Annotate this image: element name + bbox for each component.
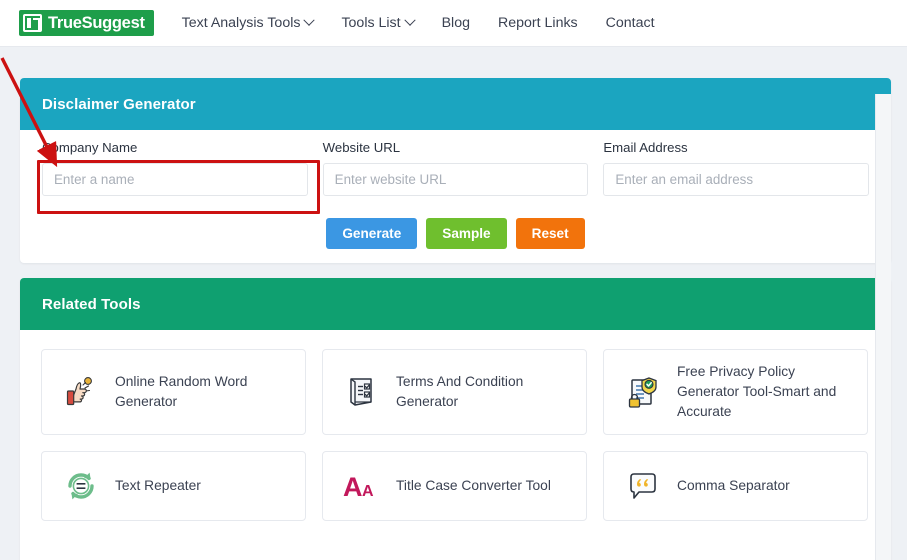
nav-item-label: Contact — [605, 15, 655, 31]
ts-monogram-icon — [23, 14, 42, 32]
svg-text:A: A — [343, 472, 363, 502]
page-root: TrueSuggest Text Analysis Tools Tools Li… — [0, 0, 907, 560]
page-scrollbar[interactable] — [875, 94, 891, 560]
annotation-highlight-box — [37, 160, 320, 214]
logo-text: TrueSuggest — [48, 13, 145, 32]
nav-item-contact[interactable]: Contact — [606, 15, 655, 31]
label-email-address: Email Address — [603, 140, 688, 155]
tool-card-title-case-converter-tool[interactable]: A A Title Case Converter Tool — [322, 451, 587, 521]
nav-item-label: Tools List — [341, 15, 401, 31]
tool-title: Title Case Converter Tool — [396, 478, 551, 493]
nav-item-text-analysis-tools[interactable]: Text Analysis Tools — [181, 14, 316, 31]
nav-links: Text Analysis Tools Tools List Blog Repo… — [181, 14, 655, 31]
field-email-address: Email Address — [603, 140, 870, 196]
tool-title: Online Random Word Generator — [115, 374, 248, 409]
related-tools-grid: Online Random Word Generator Terms And C… — [20, 330, 891, 540]
tool-title: Text Repeater — [115, 478, 201, 493]
speech-bubble-commas-icon — [623, 466, 663, 506]
nav-item-label: Blog — [441, 15, 470, 31]
disclaimer-action-buttons: Generate Sample Reset — [20, 218, 891, 249]
document-checklist-icon — [342, 372, 382, 412]
tool-card-text-repeater[interactable]: Text Repeater — [41, 451, 306, 521]
website-url-input[interactable] — [322, 163, 589, 196]
nav-item-tools-list[interactable]: Tools List — [341, 14, 416, 31]
tool-title: Comma Separator — [677, 478, 790, 493]
label-company-name: Company Name — [42, 140, 138, 155]
sample-button[interactable]: Sample — [426, 218, 507, 249]
tool-title: Terms And Condition Generator — [396, 374, 524, 409]
related-tools-panel: Related Tools Online Random Word Generat… — [20, 278, 891, 560]
reset-button[interactable]: Reset — [515, 218, 585, 249]
hand-flipping-coin-icon — [61, 372, 101, 412]
field-website-url: Website URL — [322, 140, 589, 196]
panel-title-disclaimer: Disclaimer Generator — [20, 78, 891, 130]
panel-title-related-tools: Related Tools — [20, 278, 891, 330]
nav-item-label: Report Links — [498, 15, 578, 31]
nav-item-report-links[interactable]: Report Links — [498, 15, 578, 31]
svg-text:A: A — [362, 483, 374, 500]
email-address-input[interactable] — [603, 163, 870, 196]
nav-item-label: Text Analysis Tools — [181, 15, 301, 31]
letters-aa-icon: A A — [342, 466, 382, 506]
tool-card-comma-separator[interactable]: Comma Separator — [603, 451, 868, 521]
generate-button[interactable]: Generate — [326, 218, 418, 249]
chevron-down-icon — [403, 14, 416, 26]
label-website-url: Website URL — [322, 140, 401, 155]
circular-arrows-repeat-icon — [61, 466, 101, 506]
document-shield-lock-icon — [623, 372, 663, 412]
chevron-down-icon — [303, 14, 316, 26]
page-body: Disclaimer Generator Company Name Websit… — [0, 47, 891, 560]
tool-card-online-random-word-generator[interactable]: Online Random Word Generator — [41, 349, 306, 435]
tool-title: Free Privacy Policy Generator Tool-Smart… — [677, 364, 837, 419]
top-navigation-bar: TrueSuggest Text Analysis Tools Tools Li… — [0, 0, 907, 47]
site-logo[interactable]: TrueSuggest — [19, 10, 154, 36]
tool-card-terms-and-condition-generator[interactable]: Terms And Condition Generator — [322, 349, 587, 435]
nav-item-blog[interactable]: Blog — [442, 15, 470, 31]
tool-card-free-privacy-policy-generator[interactable]: Free Privacy Policy Generator Tool-Smart… — [603, 349, 868, 435]
